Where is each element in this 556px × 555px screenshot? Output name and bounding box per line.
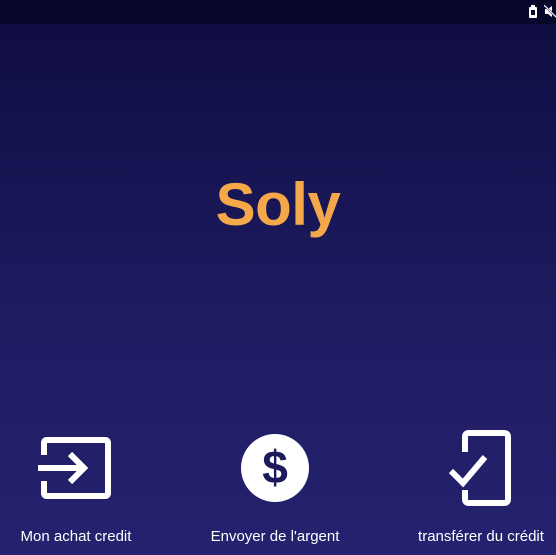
svg-text:$: $ — [262, 441, 288, 493]
mute-icon — [544, 5, 556, 18]
phone-check-icon — [431, 428, 531, 508]
input-icon — [26, 428, 126, 508]
app-title: Soly — [215, 171, 341, 238]
status-bar — [0, 0, 556, 24]
battery-icon — [528, 5, 538, 18]
dollar-circle-icon: $ — [225, 428, 325, 508]
send-money-label: Envoyer de l'argent — [210, 528, 340, 545]
status-icons — [528, 5, 556, 18]
transfer-credit-button[interactable]: transférer du crédit — [410, 428, 552, 545]
transfer-credit-label: transférer du crédit — [418, 528, 544, 545]
send-money-button[interactable]: $ Envoyer de l'argent — [207, 428, 343, 545]
buy-credit-label: Mon achat credit — [20, 528, 132, 545]
buy-credit-button[interactable]: Mon achat credit — [15, 428, 137, 545]
